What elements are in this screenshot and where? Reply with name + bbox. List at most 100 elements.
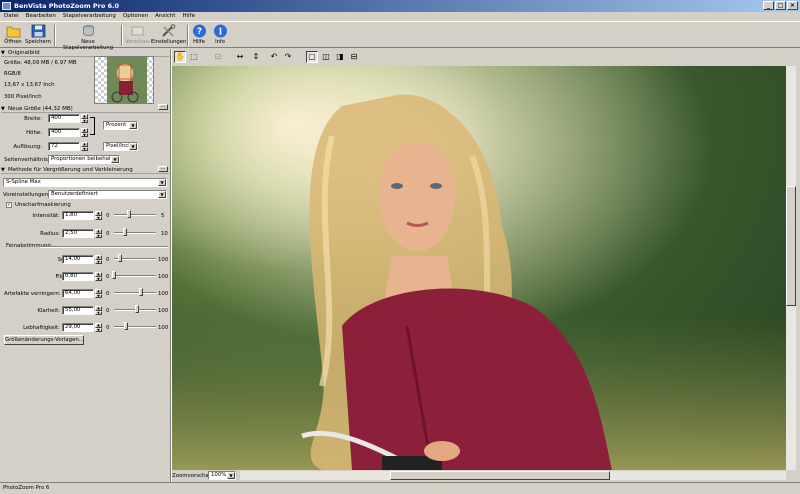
presets-value: Benutzerdefiniert bbox=[51, 191, 98, 197]
aspect-select[interactable]: Proportionen beibehalten ▼ bbox=[48, 155, 120, 164]
grain-input[interactable]: 0,80 bbox=[62, 272, 94, 281]
radius-input[interactable]: 2,50 bbox=[62, 229, 94, 238]
sharpness-slider[interactable] bbox=[114, 254, 156, 263]
radius-stepper[interactable]: ▲ ▼ bbox=[95, 229, 102, 238]
intensity-stepper[interactable]: ▲ ▼ bbox=[95, 211, 102, 220]
algorithm-select[interactable]: S-Spline Max ▼ bbox=[3, 178, 167, 187]
sharpness-input[interactable]: 14,00 bbox=[62, 255, 94, 264]
thumbnail-preview[interactable] bbox=[94, 56, 154, 104]
open-button[interactable]: Öffnen bbox=[2, 23, 24, 48]
presets-select[interactable]: Benutzerdefiniert ▼ bbox=[48, 190, 167, 199]
crop-select-icon[interactable]: ⬚ bbox=[188, 51, 200, 63]
title-bar: BenVista PhotoZoom Pro 6.0 _ □ × bbox=[0, 0, 800, 12]
grain-stepper[interactable]: ▲ ▼ bbox=[95, 272, 102, 281]
presets-label: Voreinstellungen: bbox=[3, 192, 50, 198]
settings-label: Einstellungen bbox=[151, 39, 187, 45]
artifact-input[interactable]: 64,00 bbox=[62, 289, 94, 298]
scroll-thumb[interactable] bbox=[390, 471, 610, 480]
slider-thumb[interactable] bbox=[117, 254, 122, 262]
intensity-input[interactable]: 1,80 bbox=[62, 211, 94, 220]
image-preview[interactable] bbox=[172, 66, 786, 470]
new-size-header[interactable]: Neue Größe (44,32 MB) bbox=[1, 105, 169, 113]
artifact-slider[interactable] bbox=[114, 288, 156, 297]
help-button[interactable]: ? Hilfe bbox=[190, 23, 208, 48]
scroll-thumb[interactable] bbox=[786, 186, 796, 306]
slider-thumb[interactable] bbox=[138, 288, 143, 296]
close-button[interactable]: × bbox=[787, 1, 798, 10]
grain-slider[interactable] bbox=[112, 271, 156, 280]
vividness-slider[interactable] bbox=[114, 322, 156, 331]
artifact-max: 100 bbox=[158, 291, 169, 297]
menu-stapelverarbeitung[interactable]: Stapelverarbeitung bbox=[63, 12, 116, 21]
slider-thumb[interactable] bbox=[122, 228, 127, 236]
hand-tool-icon[interactable]: ✋ bbox=[174, 51, 186, 63]
grain-max: 100 bbox=[158, 274, 169, 280]
resolution-stepper[interactable]: ▲ ▼ bbox=[81, 142, 88, 151]
fit-height-icon[interactable]: ↕ bbox=[250, 51, 262, 63]
split-view-icon[interactable]: ◫ bbox=[320, 51, 332, 63]
method-header[interactable]: Methode für Vergrößerung und Verkleineru… bbox=[1, 166, 169, 174]
resolution-unit-select[interactable]: Pixel/Inch ▼ bbox=[103, 142, 138, 151]
preview-button[interactable]: Vorschau bbox=[124, 23, 150, 48]
clarity-label: Klarheit: bbox=[37, 308, 60, 314]
minimize-button[interactable]: _ bbox=[763, 1, 774, 10]
single-view-icon[interactable]: ▢ bbox=[306, 51, 318, 63]
link-bracket bbox=[90, 117, 95, 135]
slider-thumb[interactable] bbox=[127, 210, 132, 218]
clarity-slider[interactable] bbox=[114, 305, 156, 314]
method-options-button[interactable]: ... bbox=[158, 165, 168, 172]
side-by-side-icon[interactable]: ◨ bbox=[334, 51, 346, 63]
sharpness-stepper[interactable]: ▲ ▼ bbox=[95, 255, 102, 264]
zoom-select[interactable]: 100% ▼ bbox=[208, 471, 236, 480]
svg-text:?: ? bbox=[196, 27, 201, 37]
vividness-max: 100 bbox=[158, 325, 169, 331]
settings-panel: Originalbild Größe: 48,09 MB / 6,97 MB R… bbox=[0, 49, 170, 482]
chevron-down-icon: ▼ bbox=[129, 143, 137, 150]
menu-datei[interactable]: Datei bbox=[4, 12, 19, 21]
artifact-stepper[interactable]: ▲ ▼ bbox=[95, 289, 102, 298]
settings-button[interactable]: Einstellungen bbox=[151, 23, 187, 48]
vividness-input[interactable]: 29,00 bbox=[62, 323, 94, 332]
original-size: Größe: 48,09 MB / 6,97 MB bbox=[4, 60, 77, 66]
size-unit-select[interactable]: Prozent ▼ bbox=[103, 121, 138, 130]
slider-thumb[interactable] bbox=[112, 271, 117, 279]
rotate-right-icon[interactable]: ↷ bbox=[282, 51, 294, 63]
window-title: BenVista PhotoZoom Pro 6.0 bbox=[14, 2, 120, 10]
info-label: Info bbox=[215, 39, 225, 45]
slider-thumb[interactable] bbox=[124, 322, 129, 330]
stacked-view-icon[interactable]: ⊟ bbox=[348, 51, 360, 63]
fit-width-icon[interactable]: ↔ bbox=[234, 51, 246, 63]
maximize-button[interactable]: □ bbox=[775, 1, 786, 10]
horizontal-scrollbar[interactable] bbox=[240, 471, 786, 480]
clarity-stepper[interactable]: ▲ ▼ bbox=[95, 306, 102, 315]
height-input[interactable]: 400 bbox=[48, 128, 80, 137]
view-toolbar: ✋ ⬚ ⊡ ↔ ↕ ↶ ↷ ▢ ◫ ◨ ⊟ bbox=[172, 49, 800, 65]
radius-slider[interactable] bbox=[114, 228, 156, 237]
original-mode: RGB/8 bbox=[4, 71, 21, 77]
info-button[interactable]: i Info bbox=[211, 23, 229, 48]
menu-ansicht[interactable]: Ansicht bbox=[155, 12, 175, 21]
width-input[interactable]: 400 bbox=[48, 114, 80, 123]
width-stepper[interactable]: ▲ ▼ bbox=[81, 114, 88, 123]
menu-bearbeiten[interactable]: Bearbeiten bbox=[26, 12, 56, 21]
chevron-down-icon: ▼ bbox=[129, 122, 137, 129]
batch-stack-icon bbox=[82, 25, 94, 36]
clarity-input[interactable]: 55,00 bbox=[62, 306, 94, 315]
status-bar: PhotoZoom Pro 6 bbox=[0, 482, 800, 494]
unsharp-checkbox[interactable]: ✓ bbox=[6, 202, 12, 208]
slider-thumb[interactable] bbox=[135, 305, 140, 313]
intensity-slider[interactable] bbox=[114, 210, 156, 219]
info-icon: i bbox=[213, 24, 227, 38]
vividness-stepper[interactable]: ▲ ▼ bbox=[95, 323, 102, 332]
resize-templates-button[interactable]: Größenänderungs-Vorlagen... bbox=[4, 335, 84, 345]
preview-icon bbox=[131, 26, 143, 36]
menu-hilfe[interactable]: Hilfe bbox=[182, 12, 195, 21]
menu-optionen[interactable]: Optionen bbox=[123, 12, 148, 21]
crop-icon[interactable]: ⊡ bbox=[212, 51, 224, 63]
rotate-left-icon[interactable]: ↶ bbox=[268, 51, 280, 63]
vertical-scrollbar[interactable] bbox=[786, 66, 796, 470]
resolution-input[interactable]: 72 bbox=[48, 142, 80, 151]
height-stepper[interactable]: ▲ ▼ bbox=[81, 128, 88, 137]
new-batch-button[interactable]: Neue Stapelverarbeitung bbox=[57, 23, 119, 51]
save-button[interactable]: Speichern bbox=[25, 23, 51, 48]
